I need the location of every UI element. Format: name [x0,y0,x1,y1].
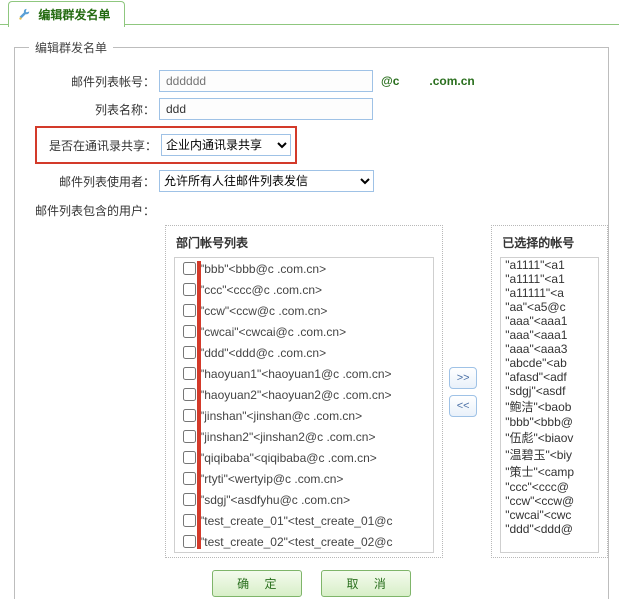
list-item[interactable]: "a1111"<a1 [501,258,598,272]
list-item[interactable]: "jinshan"<jinshan@c .com.cn> [175,405,433,426]
list-item[interactable]: "afasd"<adf [501,370,598,384]
legend: 编辑群发名单 [29,39,113,56]
list-item-label: "jinshan2"<jinshan2@c .com.cn> [200,430,375,444]
list-item-label: "haoyuan1"<haoyuan1@c .com.cn> [200,367,392,381]
list-item[interactable]: "aaa"<aaa3 [501,342,598,356]
list-item-checkbox[interactable] [183,472,196,485]
list-item[interactable]: "bbb"<bbb@ [501,415,598,429]
list-item[interactable]: "伍彪"<biaov [501,429,598,446]
dept-list[interactable]: "bbb"<bbb@c .com.cn> "ccc"<ccc@c .com.cn>… [174,257,434,553]
page: 编辑群发名单 编辑群发名单 邮件列表帐号： @c .com.cn 列表名称： 是… [0,0,619,599]
list-item-checkbox[interactable] [183,367,196,380]
highlight-share: 是否在通讯录共享： 企业内通讯录共享 [35,126,297,164]
remove-button[interactable]: << [449,395,477,417]
list-item-label: "test_create_01"<test_create_01@c [200,514,393,528]
list-item[interactable]: "鲍洁"<baob [501,398,598,415]
label-members: 邮件列表包含的用户： [15,198,159,219]
row-account: 邮件列表帐号： @c .com.cn [15,70,608,92]
input-account[interactable] [159,70,373,92]
input-name[interactable] [159,98,373,120]
tab-bar: 编辑群发名单 [0,0,619,25]
list-item[interactable]: "haoyuan1"<haoyuan1@c .com.cn> [175,363,433,384]
highlight-column-marker [197,261,201,549]
selected-panel: 已选择的帐号 "a1111"<a1"a1111"<a1"a11111"<a"aa… [491,225,608,558]
list-item-checkbox[interactable] [183,535,196,548]
transfer-buttons: >> << [443,225,483,558]
ok-button[interactable]: 确 定 [212,570,302,597]
selected-title: 已选择的帐号 [502,234,599,251]
list-item[interactable]: "ccw"<ccw@c .com.cn> [175,300,433,321]
label-name: 列表名称： [15,101,159,118]
list-item[interactable]: "qiqibaba"<qiqibaba@c .com.cn> [175,447,433,468]
select-share[interactable]: 企业内通讯录共享 [161,134,291,156]
row-members: 邮件列表包含的用户： [15,198,608,219]
footer: 确 定 取 消 [15,558,608,597]
list-item[interactable]: "ddd"<ddd@ [501,522,598,536]
lists-area: 部门帐号列表 "bbb"<bbb@c .com.cn> "ccc"<ccc@c .… [165,225,608,558]
dept-title: 部门帐号列表 [176,234,434,251]
list-item-checkbox[interactable] [183,325,196,338]
list-item[interactable]: "haoyuan2"<haoyuan2@c .com.cn> [175,384,433,405]
list-item[interactable]: "aaa"<aaa1 [501,314,598,328]
list-item-checkbox[interactable] [183,409,196,422]
list-item-label: "sdgj"<asdfyhu@c .com.cn> [200,493,350,507]
list-item-label: "ccc"<ccc@c .com.cn> [200,283,322,297]
list-item[interactable]: "cwcai"<cwc [501,508,598,522]
group-fieldset: 编辑群发名单 邮件列表帐号： @c .com.cn 列表名称： 是否在通讯录共享… [14,47,609,599]
add-button[interactable]: >> [449,367,477,389]
list-item[interactable]: "a1111"<a1 [501,272,598,286]
list-item-checkbox[interactable] [183,346,196,359]
select-user[interactable]: 允许所有人往邮件列表发信 [159,170,374,192]
list-item-label: "qiqibaba"<qiqibaba@c .com.cn> [200,451,377,465]
list-item[interactable]: "ccc"<ccc@c .com.cn> [175,279,433,300]
list-item[interactable]: "aaa"<aaa1 [501,328,598,342]
list-item-checkbox[interactable] [183,493,196,506]
tab-edit-list[interactable]: 编辑群发名单 [8,1,125,27]
list-item-checkbox[interactable] [183,388,196,401]
list-item[interactable]: "cwcai"<cwcai@c .com.cn> [175,321,433,342]
label-account: 邮件列表帐号： [15,73,159,90]
list-item[interactable]: "a11111"<a [501,286,598,300]
list-item[interactable]: "sdgj"<asdfyhu@c .com.cn> [175,489,433,510]
list-item-label: "cwcai"<cwcai@c .com.cn> [200,325,346,339]
wrench-icon [17,8,31,22]
list-item[interactable]: "test_create_01"<test_create_01@c [175,510,433,531]
list-item-label: "rtyti"<wertyip@c .com.cn> [200,472,343,486]
list-item-label: "test_create_02"<test_create_02@c [200,535,393,549]
list-item[interactable]: "bbb"<bbb@c .com.cn> [175,258,433,279]
list-item[interactable]: "sdgj"<asdf [501,384,598,398]
list-item-checkbox[interactable] [183,430,196,443]
list-item-checkbox[interactable] [183,514,196,527]
row-name: 列表名称： [15,98,608,120]
dept-panel: 部门帐号列表 "bbb"<bbb@c .com.cn> "ccc"<ccc@c .… [165,225,443,558]
list-item[interactable]: "ccw"<ccw@ [501,494,598,508]
list-item-label: "ddd"<ddd@c .com.cn> [200,346,326,360]
list-item-checkbox[interactable] [183,283,196,296]
list-item[interactable]: "abcde"<ab [501,356,598,370]
tab-title: 编辑群发名单 [38,8,110,22]
label-user: 邮件列表使用者： [15,173,159,190]
row-share: 是否在通讯录共享： 企业内通讯录共享 [15,126,608,164]
selected-list[interactable]: "a1111"<a1"a1111"<a1"a11111"<a"aa"<a5@c"… [500,257,599,553]
list-item-label: "haoyuan2"<haoyuan2@c .com.cn> [200,388,392,402]
list-item-label: "bbb"<bbb@c .com.cn> [200,262,326,276]
list-item[interactable]: "ccc"<ccc@ [501,480,598,494]
list-item-label: "ccw"<ccw@c .com.cn> [200,304,327,318]
row-user: 邮件列表使用者： 允许所有人往邮件列表发信 [15,170,608,192]
list-item-label: "jinshan"<jinshan@c .com.cn> [200,409,362,423]
list-item[interactable]: "ddd"<ddd@c .com.cn> [175,342,433,363]
list-item[interactable]: "test_create_02"<test_create_02@c [175,531,433,552]
cancel-button[interactable]: 取 消 [321,570,411,597]
domain-at: @c [381,74,399,88]
list-item-checkbox[interactable] [183,262,196,275]
list-item[interactable]: "jinshan2"<jinshan2@c .com.cn> [175,426,433,447]
list-item[interactable]: "策士"<camp [501,463,598,480]
list-item-checkbox[interactable] [183,304,196,317]
label-share: 是否在通讯录共享： [41,137,157,154]
list-item[interactable]: "aa"<a5@c [501,300,598,314]
list-item-checkbox[interactable] [183,451,196,464]
domain-suffix: .com.cn [429,74,474,88]
list-item[interactable]: "温碧玉"<biy [501,446,598,463]
list-item[interactable]: "rtyti"<wertyip@c .com.cn> [175,468,433,489]
